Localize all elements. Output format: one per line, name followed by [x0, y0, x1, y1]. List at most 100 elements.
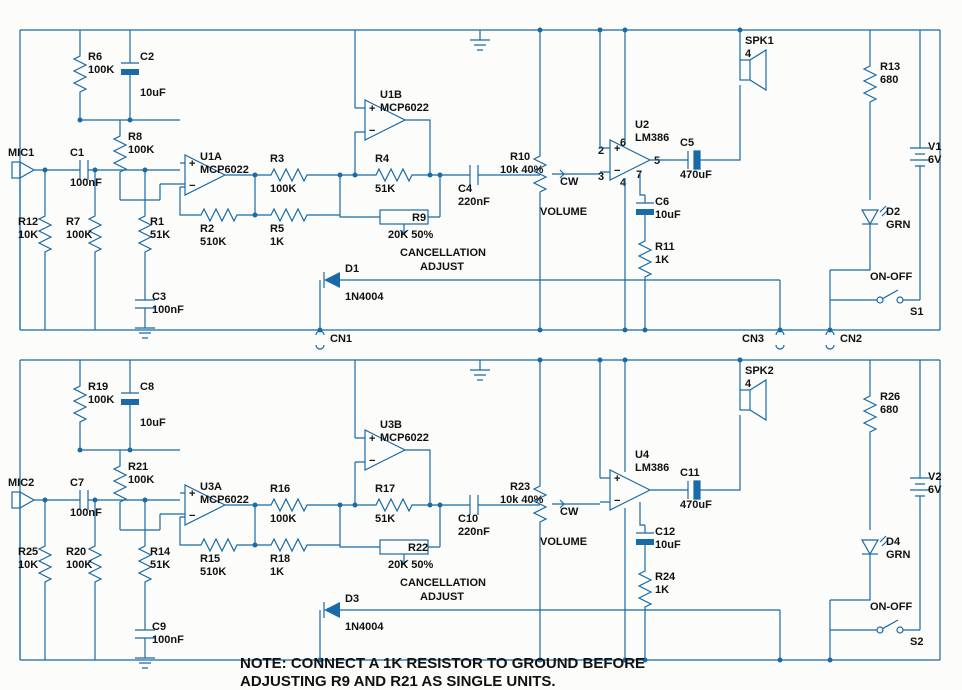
- r14-ref: R14: [150, 546, 171, 558]
- svg-text:3: 3: [598, 171, 604, 183]
- cn1: CN1: [330, 333, 352, 345]
- u1a-val: MCP6022: [200, 164, 249, 176]
- c7-ref: C7: [70, 477, 84, 489]
- svg-text:5: 5: [654, 155, 660, 167]
- r22-val: 20K 50%: [388, 559, 433, 571]
- onoff-2: ON-OFF: [870, 601, 912, 613]
- schematic-diagram: + −: [0, 0, 962, 690]
- spk1-ref: SPK1: [745, 35, 774, 47]
- cancel-label-1: CANCELLATION: [400, 247, 486, 259]
- spk2-val: 4: [745, 378, 752, 390]
- note-line-1: NOTE: CONNECT A 1K RESISTOR TO GROUND BE…: [240, 655, 645, 672]
- c5-ref: C5: [680, 137, 694, 149]
- cn2: CN2: [840, 333, 862, 345]
- r7-val: 100K: [66, 229, 92, 241]
- r2-val: 510K: [200, 236, 226, 248]
- r24-ref: R24: [655, 571, 676, 583]
- v2-val: 6V: [928, 484, 942, 496]
- volume-label-2: VOLUME: [540, 536, 587, 548]
- r10-ref: R10: [510, 151, 530, 163]
- c6-ref: C6: [655, 196, 669, 208]
- u1b-ref: U1B: [380, 89, 402, 101]
- c7-val: 100nF: [70, 507, 102, 519]
- c2-ref: C2: [140, 51, 154, 63]
- u3b-val: MCP6022: [380, 432, 429, 444]
- v1-ref: V1: [928, 141, 941, 153]
- d3-ref: D3: [345, 593, 359, 605]
- r26-val: 680: [880, 404, 898, 416]
- u3a-ref: U3A: [200, 481, 222, 493]
- c9-val: 100nF: [152, 634, 184, 646]
- r11-ref: R11: [655, 241, 675, 253]
- u3b-ref: U3B: [380, 419, 402, 431]
- r12-ref: R12: [18, 216, 38, 228]
- note-line-2: ADJUSTING R9 AND R21 AS SINGLE UNITS.: [240, 673, 556, 690]
- c6-val: 10uF: [655, 209, 681, 221]
- d1-ref: D1: [345, 263, 359, 275]
- c8-val: 10uF: [140, 417, 166, 429]
- c10-val: 220nF: [458, 526, 490, 538]
- cancel-label-4: ADJUST: [420, 591, 464, 603]
- c10-ref: C10: [458, 513, 478, 525]
- c2-val: 10uF: [140, 87, 166, 99]
- volume-label-1: VOLUME: [540, 206, 587, 218]
- r7-ref: R7: [66, 216, 80, 228]
- r25-val: 10K: [18, 559, 38, 571]
- c3-ref: C3: [152, 291, 166, 303]
- r14-val: 51K: [150, 559, 170, 571]
- r4-val: 51K: [375, 183, 395, 195]
- c9-ref: C9: [152, 621, 166, 633]
- r16-val: 100K: [270, 513, 296, 525]
- r18-ref: R18: [270, 553, 290, 565]
- r5-ref: R5: [270, 223, 284, 235]
- c4-ref: C4: [458, 183, 473, 195]
- u1b-val: MCP6022: [380, 102, 429, 114]
- c8-ref: C8: [140, 381, 154, 393]
- s2-ref: S2: [910, 636, 923, 648]
- u3a-val: MCP6022: [200, 494, 249, 506]
- onoff-1: ON-OFF: [870, 271, 912, 283]
- r13-ref: R13: [880, 61, 900, 73]
- r23-ref: R23: [510, 481, 530, 493]
- r24-val: 1K: [655, 584, 669, 596]
- r4-ref: R4: [375, 153, 390, 165]
- r19-ref: R19: [88, 381, 108, 393]
- r8-ref: R8: [128, 131, 142, 143]
- c11-ref: C11: [680, 467, 700, 479]
- r3-ref: R3: [270, 153, 284, 165]
- c12-val: 10uF: [655, 539, 681, 551]
- r13-val: 680: [880, 74, 898, 86]
- r26-ref: R26: [880, 391, 900, 403]
- r12-val: 10K: [18, 229, 38, 241]
- mic2-label: MIC2: [8, 477, 34, 489]
- r3-val: 100K: [270, 183, 296, 195]
- channel-top: MIC1 C1 100nF R12 10K R7 100K R6 100K C2…: [8, 28, 942, 350]
- r10-val: 10k 40%: [500, 164, 544, 176]
- d1-val: 1N4004: [345, 291, 384, 303]
- r1-ref: R1: [150, 216, 164, 228]
- cw-label-1: CW: [560, 176, 579, 188]
- spk2-ref: SPK2: [745, 365, 774, 377]
- r23-val: 10k 40%: [500, 494, 544, 506]
- cn3: CN3: [742, 333, 764, 345]
- d3-val: 1N4004: [345, 621, 384, 633]
- c12-ref: C12: [655, 526, 675, 538]
- r15-val: 510K: [200, 566, 226, 578]
- d2-val: GRN: [886, 219, 911, 231]
- r11-val: 1K: [655, 254, 669, 266]
- c1-ref: C1: [70, 147, 84, 159]
- r21-ref: R21: [128, 461, 148, 473]
- channel-bottom: MIC2 C7 100nF R25 10K R20 100K R19 100K …: [8, 358, 942, 669]
- r6-ref: R6: [88, 51, 102, 63]
- c3-val: 100nF: [152, 304, 184, 316]
- r22-ref: R22: [408, 542, 428, 554]
- r17-val: 51K: [375, 513, 395, 525]
- c4-val: 220nF: [458, 196, 490, 208]
- r8-val: 100K: [128, 144, 154, 156]
- v1-val: 6V: [928, 154, 942, 166]
- r9-ref: R9: [412, 212, 426, 224]
- c1-val: 100nF: [70, 177, 102, 189]
- svg-text:2: 2: [598, 145, 604, 157]
- s1-ref: S1: [910, 306, 923, 318]
- u4-val: LM386: [635, 462, 669, 474]
